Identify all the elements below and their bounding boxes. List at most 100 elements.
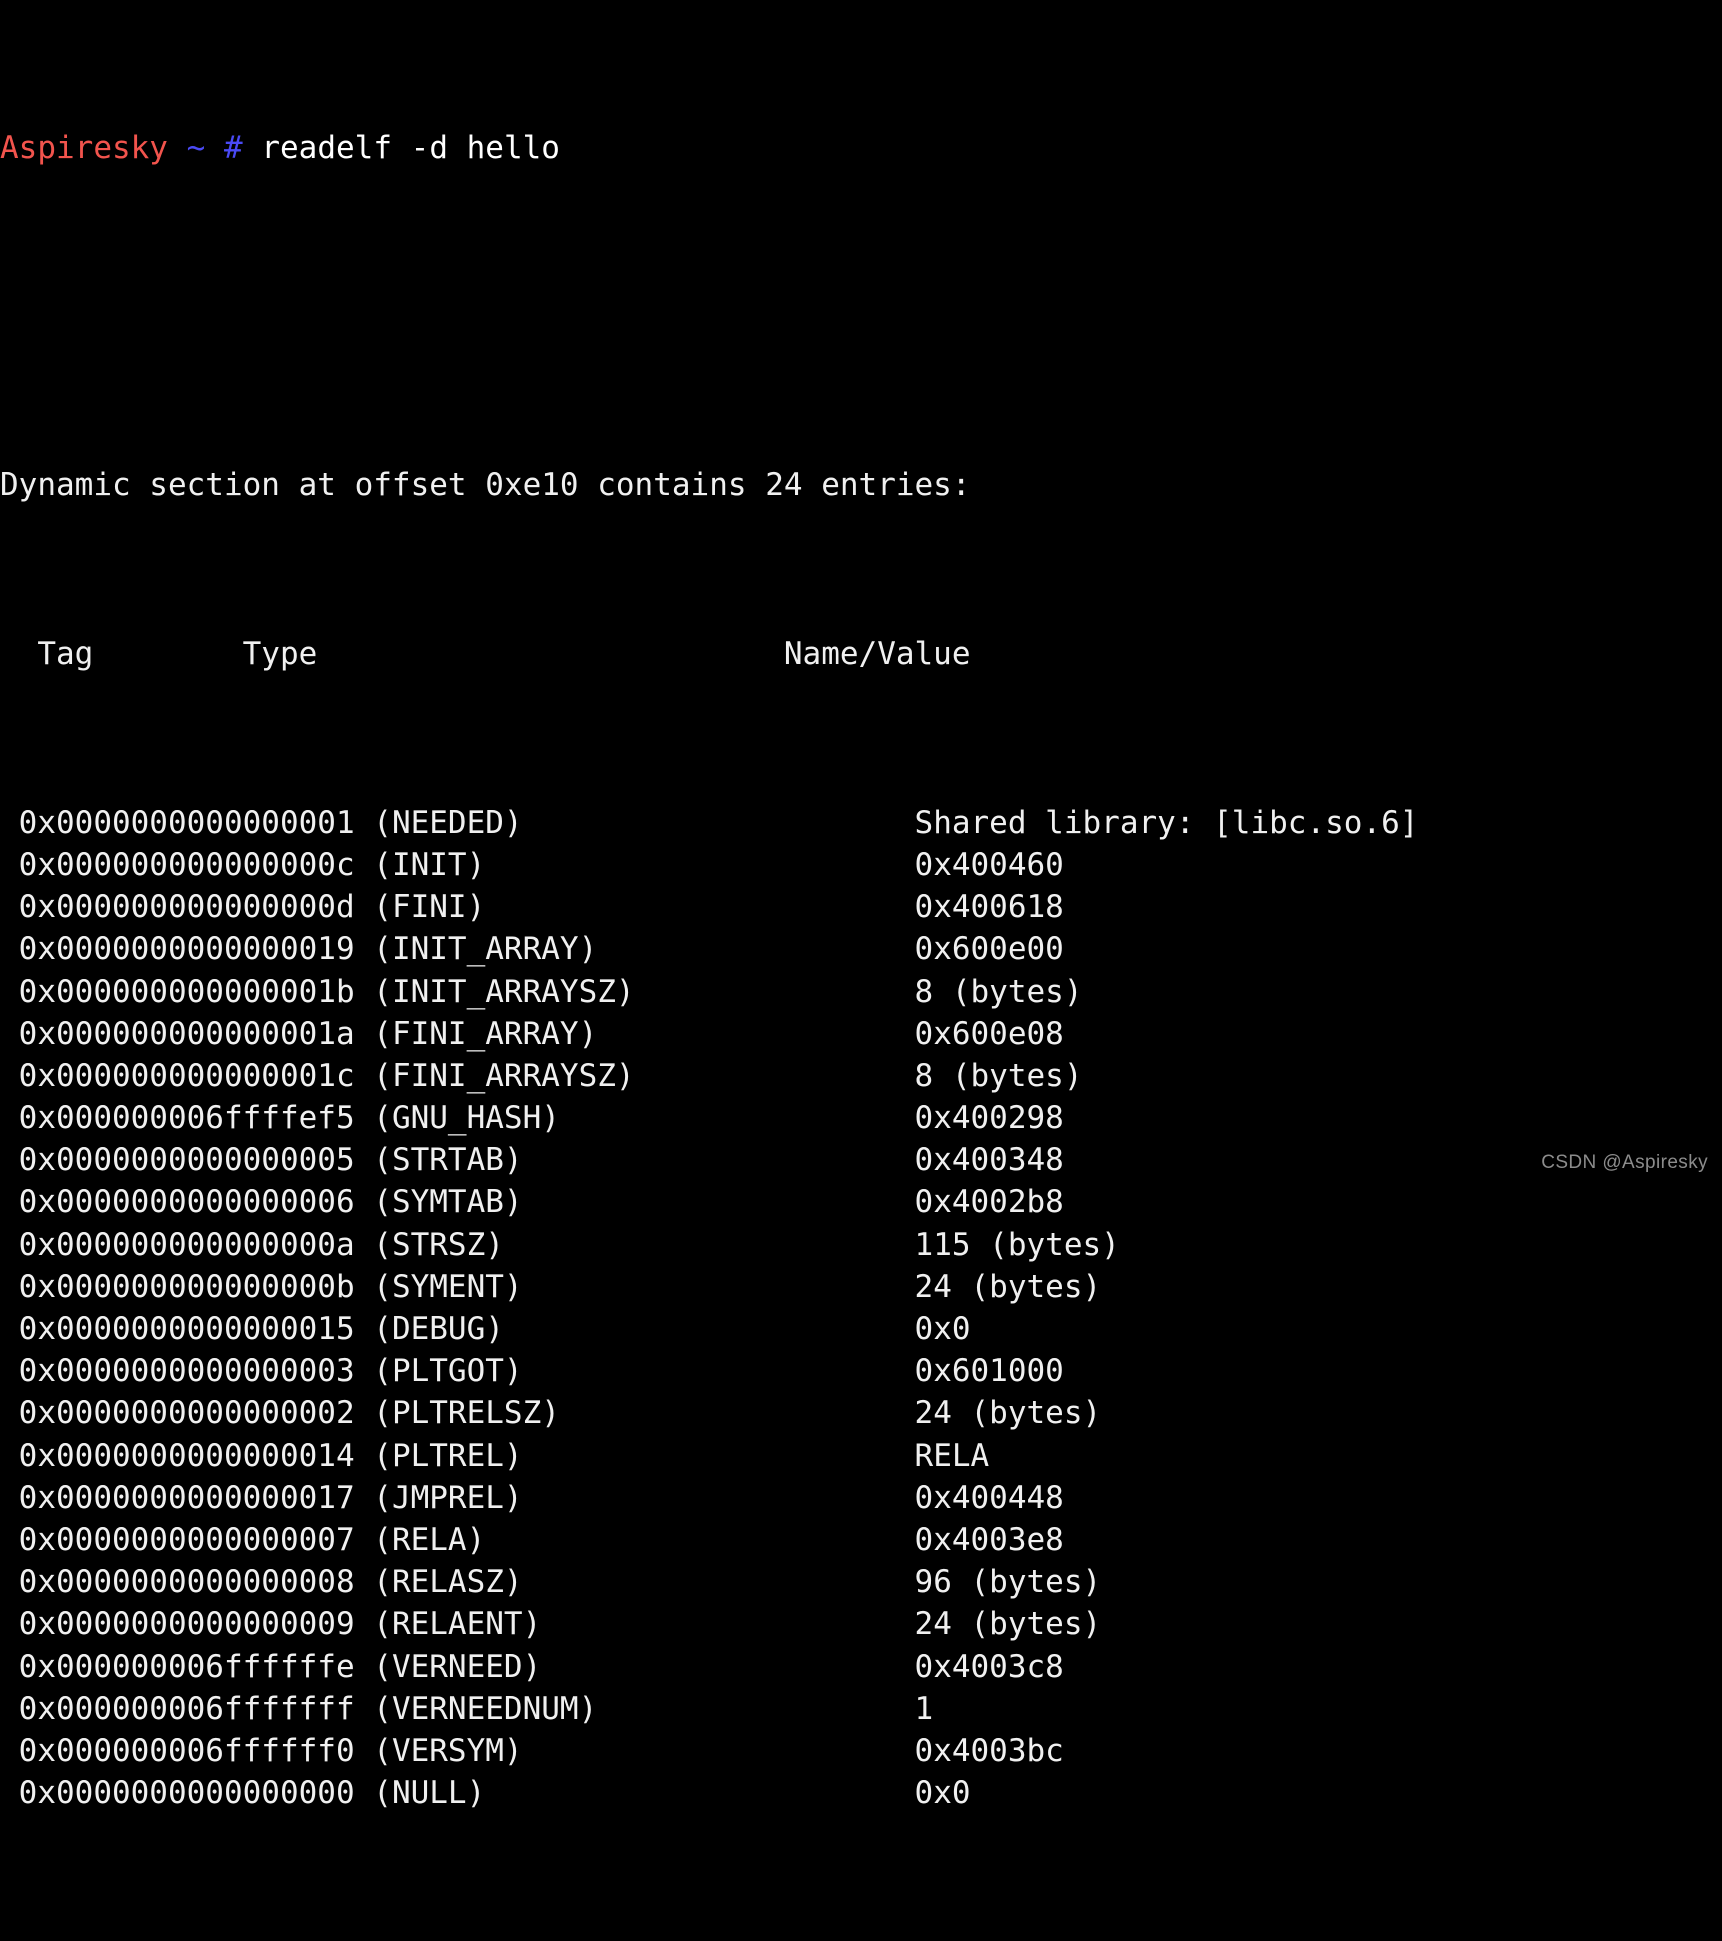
entry-value: 0x4003bc	[914, 1732, 1064, 1769]
entry-tag: 0x000000000000000d	[0, 889, 374, 926]
entry-type: (NULL)	[373, 1775, 915, 1812]
entry-tag: 0x000000000000000c	[0, 846, 374, 883]
table-row: 0x000000000000001b (INIT_ARRAYSZ) 8 (byt…	[0, 971, 1722, 1013]
entry-type: (RELAENT)	[373, 1606, 915, 1643]
entry-type: (SYMTAB)	[373, 1184, 915, 1221]
command-input[interactable]: readelf -d hello	[261, 130, 560, 166]
entry-value: 0x400298	[914, 1100, 1064, 1137]
prompt-line: Aspiresky ~ # readelf -d hello	[0, 127, 1722, 169]
entry-type: (VERSYM)	[373, 1732, 915, 1769]
entry-value: 24 (bytes)	[914, 1606, 1102, 1643]
csdn-watermark: CSDN @Aspiresky	[1541, 1152, 1708, 1173]
table-row: 0x0000000000000015 (DEBUG) 0x0	[0, 1308, 1722, 1350]
table-row: 0x0000000000000005 (STRTAB) 0x400348	[0, 1139, 1722, 1181]
prompt-space-1	[168, 130, 187, 166]
entry-value: 0x4002b8	[914, 1184, 1064, 1221]
prompt-symbol: #	[224, 129, 243, 166]
table-row: 0x0000000000000009 (RELAENT) 24 (bytes)	[0, 1603, 1722, 1645]
entry-tag: 0x0000000000000015	[0, 1311, 374, 1348]
entry-value: 8 (bytes)	[914, 1057, 1083, 1094]
entry-tag: 0x000000006ffffef5	[0, 1100, 374, 1137]
entry-tag: 0x0000000000000014	[0, 1437, 374, 1474]
entry-value: 0x601000	[914, 1353, 1064, 1390]
table-row: 0x000000006fffffff (VERNEEDNUM) 1	[0, 1688, 1722, 1730]
entry-type: (SYMENT)	[373, 1268, 915, 1305]
table-row: 0x0000000000000003 (PLTGOT) 0x601000	[0, 1350, 1722, 1392]
table-row: 0x0000000000000017 (JMPREL) 0x400448	[0, 1477, 1722, 1519]
dynamic-entries-list: 0x0000000000000001 (NEEDED) Shared libra…	[0, 802, 1722, 1815]
entry-value: 1	[914, 1690, 934, 1727]
table-row: 0x000000006ffffff0 (VERSYM) 0x4003bc	[0, 1730, 1722, 1772]
entry-type: (DEBUG)	[373, 1311, 915, 1348]
prompt-host: Aspiresky	[0, 129, 168, 166]
entry-tag: 0x0000000000000002	[0, 1395, 374, 1432]
entry-value: Shared library: [libc.so.6]	[914, 804, 1419, 841]
entry-value: 24 (bytes)	[914, 1395, 1102, 1432]
entry-tag: 0x000000006ffffff0	[0, 1732, 374, 1769]
table-row: 0x0000000000000001 (NEEDED) Shared libra…	[0, 802, 1722, 844]
table-row: 0x000000006ffffffe (VERNEED) 0x4003c8	[0, 1646, 1722, 1688]
entry-type: (NEEDED)	[373, 804, 915, 841]
table-row: 0x0000000000000007 (RELA) 0x4003e8	[0, 1519, 1722, 1561]
table-row: 0x0000000000000006 (SYMTAB) 0x4002b8	[0, 1181, 1722, 1223]
prompt-path: ~	[186, 129, 206, 166]
entry-tag: 0x0000000000000000	[0, 1775, 374, 1812]
entry-tag: 0x000000000000001a	[0, 1015, 374, 1052]
table-row: 0x000000000000000b (SYMENT) 24 (bytes)	[0, 1266, 1722, 1308]
entry-value: 96 (bytes)	[914, 1564, 1102, 1601]
entry-tag: 0x000000000000001c	[0, 1057, 374, 1094]
entry-type: (GNU_HASH)	[373, 1100, 915, 1137]
prompt-space-3	[243, 130, 262, 166]
entry-value: 24 (bytes)	[914, 1268, 1102, 1305]
entry-type: (PLTGOT)	[373, 1353, 915, 1390]
entry-value: 0x4003c8	[914, 1648, 1064, 1685]
entry-type: (FINI)	[373, 889, 915, 926]
entry-type: (VERNEED)	[373, 1648, 915, 1685]
table-row: 0x000000000000000a (STRSZ) 115 (bytes)	[0, 1224, 1722, 1266]
entry-value: 8 (bytes)	[914, 973, 1083, 1010]
entry-tag: 0x0000000000000006	[0, 1184, 374, 1221]
table-row: 0x0000000000000008 (RELASZ) 96 (bytes)	[0, 1561, 1722, 1603]
entry-tag: 0x0000000000000007	[0, 1521, 374, 1558]
entry-type: (STRTAB)	[373, 1142, 915, 1179]
entry-value: 0x0	[914, 1311, 971, 1348]
terminal-screen[interactable]: Aspiresky ~ # readelf -d hello Dynamic s…	[0, 0, 1722, 1941]
entry-value: 0x400618	[914, 889, 1064, 926]
entry-type: (PLTRELSZ)	[373, 1395, 915, 1432]
entry-type: (INIT)	[373, 846, 915, 883]
table-row: 0x000000000000000c (INIT) 0x400460	[0, 844, 1722, 886]
entry-tag: 0x0000000000000001	[0, 804, 374, 841]
entry-type: (JMPREL)	[373, 1479, 915, 1516]
entry-tag: 0x000000006ffffffe	[0, 1648, 374, 1685]
column-header-row: Tag Type Name/Value	[0, 636, 971, 672]
prompt-space-2	[205, 130, 224, 166]
table-row: 0x000000000000001c (FINI_ARRAYSZ) 8 (byt…	[0, 1055, 1722, 1097]
entry-value: 115 (bytes)	[914, 1226, 1120, 1263]
entry-value: 0x400348	[914, 1142, 1064, 1179]
entry-type: (INIT_ARRAY)	[373, 931, 915, 968]
dynamic-section-summary: Dynamic section at offset 0xe10 contains…	[0, 467, 971, 504]
entry-tag: 0x000000000000000b	[0, 1268, 374, 1305]
entry-tag: 0x000000006fffffff	[0, 1690, 374, 1727]
entry-tag: 0x000000000000000a	[0, 1226, 374, 1263]
table-row: 0x000000000000001a (FINI_ARRAY) 0x600e08	[0, 1013, 1722, 1055]
terminal-window: Aspiresky ~ # readelf -d hello Dynamic s…	[0, 0, 1722, 1811]
table-row: 0x000000000000000d (FINI) 0x400618	[0, 886, 1722, 928]
entry-type: (STRSZ)	[373, 1226, 915, 1263]
entry-value: 0x400448	[914, 1479, 1064, 1516]
table-row: 0x0000000000000014 (PLTREL) RELA	[0, 1435, 1722, 1477]
entry-value: 0x600e00	[914, 931, 1064, 968]
entry-tag: 0x0000000000000005	[0, 1142, 374, 1179]
entry-tag: 0x0000000000000003	[0, 1353, 374, 1390]
table-row: 0x0000000000000000 (NULL) 0x0	[0, 1772, 1722, 1814]
entry-type: (FINI_ARRAY)	[373, 1015, 915, 1052]
entry-value: 0x400460	[914, 846, 1064, 883]
entry-type: (FINI_ARRAYSZ)	[373, 1057, 915, 1094]
entry-tag: 0x0000000000000009	[0, 1606, 374, 1643]
entry-tag: 0x000000000000001b	[0, 973, 374, 1010]
entry-tag: 0x0000000000000017	[0, 1479, 374, 1516]
entry-type: (RELA)	[373, 1521, 915, 1558]
table-row: 0x0000000000000002 (PLTRELSZ) 24 (bytes)	[0, 1392, 1722, 1434]
entry-type: (INIT_ARRAYSZ)	[373, 973, 915, 1010]
entry-type: (PLTREL)	[373, 1437, 915, 1474]
